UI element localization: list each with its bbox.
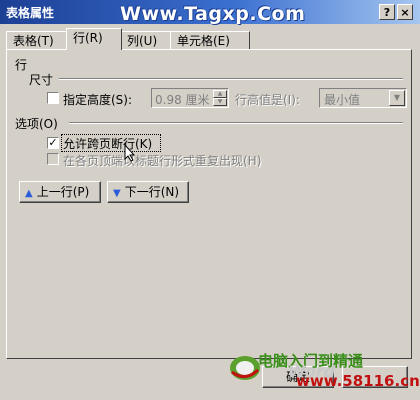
size-divider — [59, 78, 403, 80]
help-button[interactable]: ? — [379, 4, 395, 20]
tab-cell[interactable]: 单元格(E) — [170, 31, 250, 49]
height-rule-value: 最小值 — [324, 93, 361, 107]
specify-height-checkbox[interactable] — [47, 92, 59, 104]
mouse-cursor-icon — [124, 144, 136, 162]
down-arrow-icon: ▼ — [113, 188, 121, 199]
size-heading: 尺寸 — [29, 73, 54, 87]
tab-row[interactable]: 行(R) — [66, 28, 122, 50]
window-title: 表格属性 — [6, 6, 55, 20]
up-arrow-icon: ▲ — [25, 188, 33, 199]
row-heading: 行 — [15, 58, 28, 72]
next-row-button[interactable]: ▼ 下一行(N) — [107, 181, 189, 203]
stepper-up-icon[interactable]: ▲ — [213, 90, 227, 98]
chevron-down-icon[interactable]: ▼ — [389, 90, 405, 106]
repeat-header-checkbox[interactable] — [47, 153, 59, 165]
height-rule-select[interactable]: 最小值 ▼ — [319, 88, 407, 108]
height-value: 0.98 厘米 — [155, 93, 210, 107]
watermark-text: Www.Tagxp.Com — [120, 3, 306, 25]
repeat-header-label: 在各页顶端以标题行形式重复出现(H) — [63, 154, 262, 168]
row-panel: 行 尺寸 指定高度(S): 0.98 厘米 ▲ ▼ 行高值是(I): 最小值 ▼… — [6, 49, 412, 359]
stepper-down-icon[interactable]: ▼ — [213, 98, 227, 106]
watermark-url: www.58116.cn — [296, 372, 420, 390]
tab-column[interactable]: 列(U) — [120, 31, 172, 49]
title-bar: 表格属性 Www.Tagxp.Com ? × — [0, 0, 420, 25]
globe-logo-icon — [230, 356, 260, 380]
options-heading: 选项(O) — [15, 117, 58, 131]
height-rule-label: 行高值是(I): — [235, 93, 300, 107]
close-button[interactable]: × — [397, 4, 413, 20]
tab-table[interactable]: 表格(T) — [6, 31, 68, 49]
allow-break-label[interactable]: 允许跨页断行(K) — [63, 135, 152, 152]
specify-height-label: 指定高度(S): — [63, 93, 133, 107]
allow-break-checkbox[interactable]: ✓ — [47, 137, 59, 149]
prev-row-button[interactable]: ▲ 上一行(P) — [19, 181, 101, 203]
height-stepper[interactable]: 0.98 厘米 ▲ ▼ — [151, 88, 229, 108]
prev-row-label: 上一行(P) — [36, 185, 90, 199]
options-divider — [69, 122, 403, 124]
next-row-label: 下一行(N) — [124, 185, 180, 199]
